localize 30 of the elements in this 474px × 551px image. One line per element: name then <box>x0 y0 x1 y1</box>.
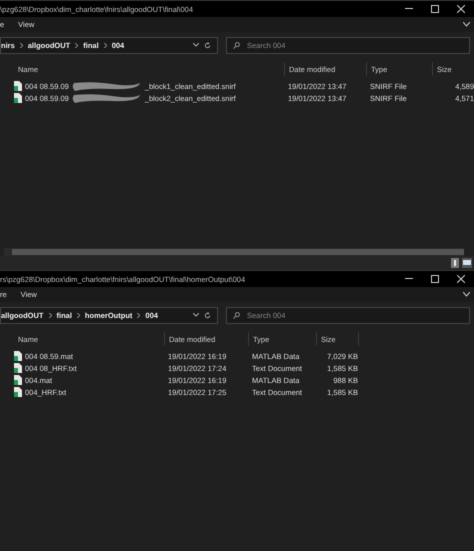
minimize-icon <box>405 278 413 280</box>
close-icon <box>457 275 465 284</box>
chevron-right-icon <box>76 312 80 318</box>
chevron-down-icon[interactable] <box>193 43 199 47</box>
file-icon <box>14 351 22 362</box>
minimize-icon <box>405 8 413 10</box>
chevron-right-icon <box>104 42 107 48</box>
chevron-right-icon <box>75 42 78 48</box>
refresh-icon[interactable] <box>204 312 211 319</box>
close-icon <box>457 5 465 13</box>
tiles-view-icon[interactable] <box>462 258 472 268</box>
refresh-icon[interactable] <box>204 42 211 48</box>
chevron-down-icon[interactable] <box>463 22 470 27</box>
details-view-icon[interactable] <box>451 258 459 268</box>
file-icon <box>14 363 22 374</box>
file-icon <box>14 93 22 103</box>
chevron-down-icon[interactable] <box>193 313 199 318</box>
chevron-right-icon <box>137 312 140 318</box>
maximize-icon <box>431 275 439 284</box>
search-icon <box>233 42 240 48</box>
chevron-right-icon <box>48 312 52 318</box>
file-icon <box>14 375 22 386</box>
horizontal-scrollbar[interactable] <box>4 248 464 256</box>
search-icon <box>233 312 240 319</box>
chevron-right-icon <box>20 42 23 48</box>
file-icon <box>14 81 22 91</box>
maximize-icon <box>431 5 439 13</box>
file-icon <box>14 387 22 398</box>
chevron-down-icon[interactable] <box>463 292 470 298</box>
scrollbar-thumb[interactable] <box>12 249 464 256</box>
